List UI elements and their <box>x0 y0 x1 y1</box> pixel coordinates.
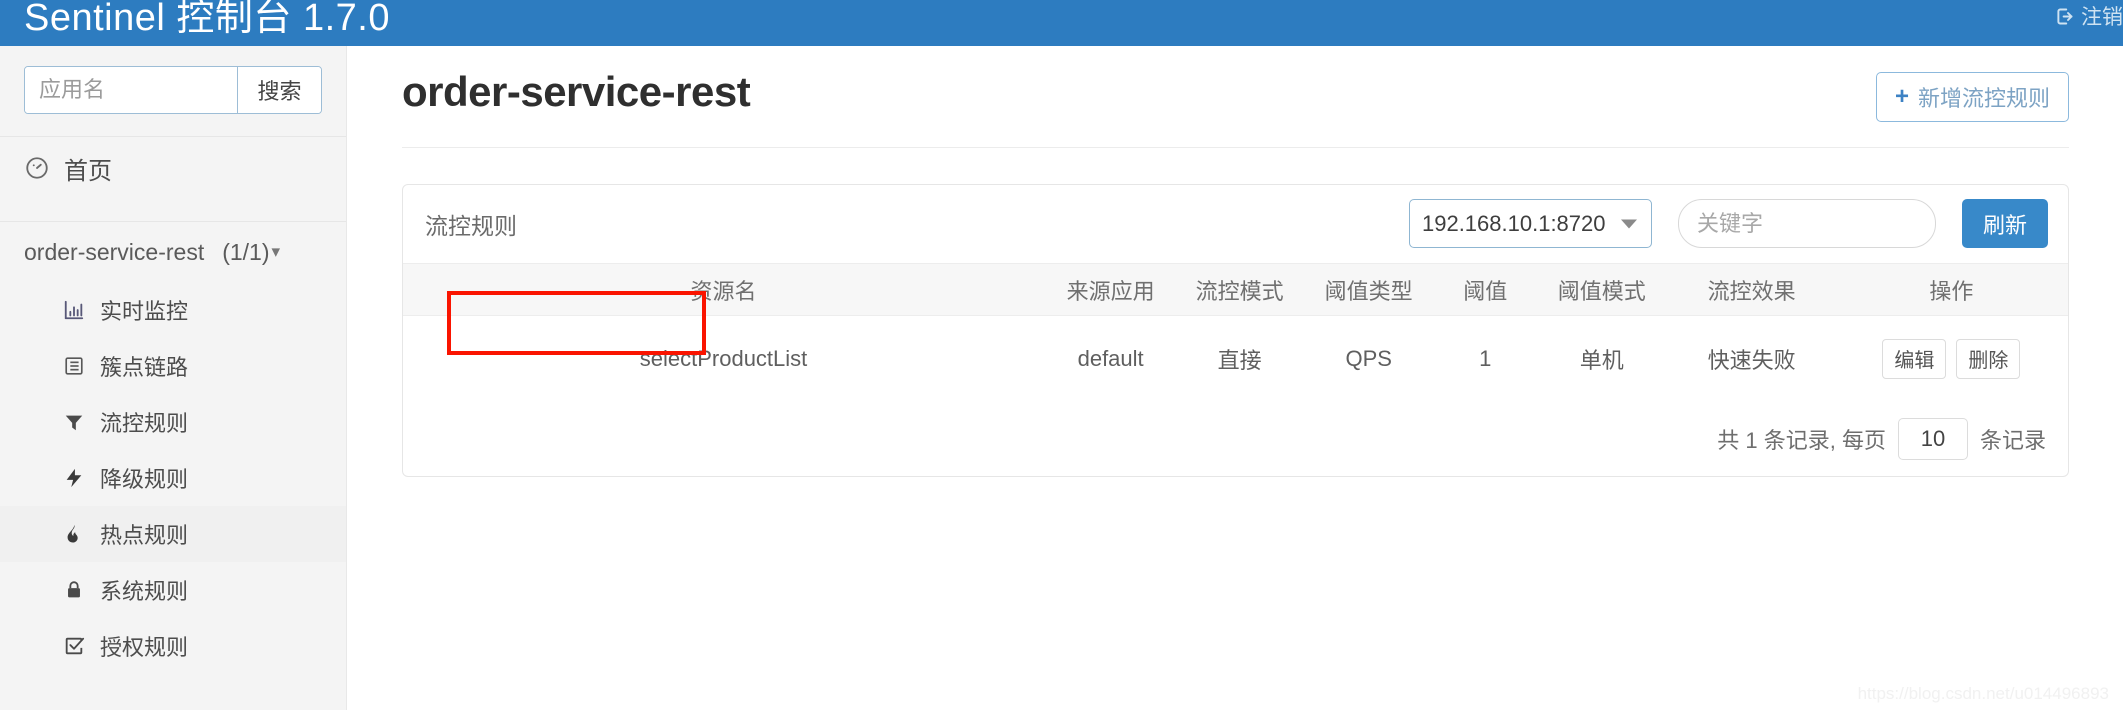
cell-flow-mode: 直接 <box>1217 347 1262 373</box>
sidebar-item-system-rules[interactable]: 系统规则 <box>0 562 346 618</box>
column-header-source-app: 来源应用 <box>1044 263 1178 316</box>
table-row: selectProductList default 直接 QPS 1 单机 快速… <box>403 316 2068 402</box>
cell-flow-effect: 快速失败 <box>1707 347 1796 373</box>
app-header: Sentinel 控制台 1.7.0 注销 <box>0 0 2123 46</box>
sidebar-item-label: 簇点链路 <box>100 355 189 380</box>
list-table-icon <box>62 354 86 378</box>
logout-icon <box>2054 6 2075 27</box>
sidebar-item-flow-rules[interactable]: 流控规则 <box>0 394 346 450</box>
sidebar-app-group-count: (1/1) <box>222 238 270 265</box>
add-flow-rule-button[interactable]: + 新增流控规则 <box>1875 72 2069 122</box>
sidebar-app-group-name: order-service-rest <box>24 238 205 265</box>
table-header-row: 资源名 来源应用 流控模式 阈值类型 阈值 阈值模式 流控效果 操作 <box>403 263 2068 316</box>
sidebar-item-label: 实时监控 <box>100 299 189 324</box>
chevron-down-icon: ▾ <box>271 242 281 261</box>
app-brand-title: Sentinel 控制台 1.7.0 <box>24 0 390 39</box>
sidebar-item-home-label: 首页 <box>64 157 112 185</box>
cell-resource: selectProductList <box>639 345 808 371</box>
check-circle-icon <box>62 634 86 658</box>
flow-rules-table: 资源名 来源应用 流控模式 阈值类型 阈值 阈值模式 流控效果 操作 selec… <box>403 263 2068 402</box>
watermark: https://blog.csdn.net/u014496893 <box>1857 684 2109 703</box>
fire-flame-icon <box>62 522 86 546</box>
main-content: order-service-rest + 新增流控规则 流控规则 192.168… <box>348 46 2123 710</box>
app-search-row: 搜索 <box>24 66 322 114</box>
panel-title: 流控规则 <box>425 213 517 239</box>
app-search-button[interactable]: 搜索 <box>237 67 321 113</box>
refresh-button[interactable]: 刷新 <box>1961 199 2048 248</box>
cell-threshold-type: QPS <box>1345 345 1392 371</box>
sidebar: 搜索 首页 order-service-rest (1/1) ▾ 实时监控 <box>0 46 347 710</box>
dashboard-gauge-icon <box>24 155 50 181</box>
add-flow-rule-label: 新增流控规则 <box>1917 86 2050 111</box>
plus-icon: + <box>1894 83 1909 110</box>
column-header-flow-mode: 流控模式 <box>1177 263 1303 316</box>
bar-chart-icon <box>62 298 86 322</box>
column-header-threshold-mode: 阈值模式 <box>1535 263 1669 316</box>
filter-funnel-icon <box>62 410 86 434</box>
column-header-operations: 操作 <box>1834 263 2068 316</box>
sidebar-item-authority-rules[interactable]: 授权规则 <box>0 618 346 674</box>
pagination-suffix: 条记录 <box>1979 427 2046 453</box>
delete-rule-button[interactable]: 删除 <box>1956 338 2021 379</box>
panel-toolbar: 192.168.10.1:8720 刷新 <box>1408 199 2048 248</box>
cell-operations: 编辑 删除 <box>1835 316 2068 402</box>
panel-header: 流控规则 192.168.10.1:8720 刷新 <box>403 185 2068 263</box>
page-header: order-service-rest + 新增流控规则 <box>402 46 2069 148</box>
lock-icon <box>62 578 86 602</box>
sidebar-item-label: 流控规则 <box>100 411 189 436</box>
pagination-prefix: 共 1 条记录, 每页 <box>1717 427 1886 453</box>
table-body: selectProductList default 直接 QPS 1 单机 快速… <box>403 316 2068 402</box>
edit-rule-button[interactable]: 编辑 <box>1882 338 1947 379</box>
cell-threshold: 1 <box>1479 345 1492 371</box>
pagination: 共 1 条记录, 每页 10 条记录 <box>403 402 2068 476</box>
machine-select[interactable]: 192.168.10.1:8720 <box>1408 199 1652 248</box>
page-title: order-service-rest <box>402 68 751 115</box>
machine-select-value: 192.168.10.1:8720 <box>1421 210 1606 236</box>
column-header-flow-effect: 流控效果 <box>1668 263 1835 316</box>
lightning-bolt-icon <box>62 466 86 490</box>
keyword-search-input[interactable] <box>1677 199 1936 248</box>
sidebar-item-home[interactable]: 首页 <box>0 137 346 199</box>
column-header-threshold: 阈值 <box>1435 263 1536 316</box>
logout-button[interactable]: 注销 <box>2054 1 2123 31</box>
sidebar-item-hotspot-rules[interactable]: 热点规则 <box>0 506 346 562</box>
sidebar-app-group[interactable]: order-service-rest (1/1) ▾ <box>0 222 346 282</box>
sidebar-item-degrade-rules[interactable]: 降级规则 <box>0 450 346 506</box>
page-size-input[interactable]: 10 <box>1897 417 1968 460</box>
cell-source-app: default <box>1077 345 1144 371</box>
row-action-group: 编辑 删除 <box>1835 338 2068 379</box>
sidebar-item-label: 授权规则 <box>100 635 189 660</box>
sidebar-item-label: 系统规则 <box>100 579 189 604</box>
cell-threshold-mode: 单机 <box>1579 347 1624 373</box>
column-header-resource: 资源名 <box>403 263 1045 316</box>
column-header-threshold-type: 阈值类型 <box>1302 263 1436 316</box>
chevron-down-icon <box>1620 219 1637 228</box>
table-header: 资源名 来源应用 流控模式 阈值类型 阈值 阈值模式 流控效果 操作 <box>403 263 2068 316</box>
sidebar-item-label: 降级规则 <box>100 467 189 492</box>
sidebar-item-label: 热点规则 <box>100 523 189 548</box>
sidebar-item-cluster-link[interactable]: 簇点链路 <box>0 338 346 394</box>
flow-rules-panel: 流控规则 192.168.10.1:8720 刷新 资源名 来源应用 流控模式 … <box>402 184 2069 477</box>
sidebar-item-realtime-monitor[interactable]: 实时监控 <box>0 282 346 338</box>
app-search-input[interactable] <box>25 67 237 113</box>
logout-label: 注销 <box>2081 6 2123 29</box>
